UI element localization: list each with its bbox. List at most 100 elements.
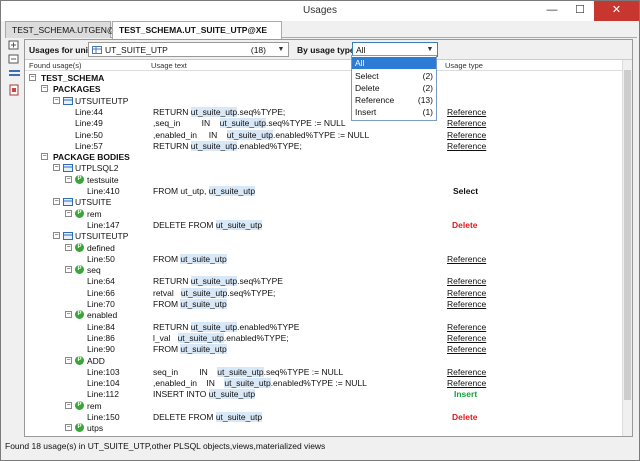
usage-type-reference[interactable]: Reference xyxy=(447,130,486,140)
expand-toggle-icon[interactable]: − xyxy=(65,266,72,274)
expand-toggle-icon[interactable]: − xyxy=(65,243,72,251)
option-reference[interactable]: Reference (13) xyxy=(352,94,436,106)
tree-node-package-bodies[interactable]: − PACKAGE BODIES xyxy=(25,151,621,162)
line-number: Line:150 xyxy=(87,412,120,422)
expand-toggle-icon[interactable]: − xyxy=(65,311,72,319)
option-insert[interactable]: Insert (1) xyxy=(352,106,436,118)
usage-row[interactable]: Line:57 RETURN ut_suite_utp.enabled%TYPE;… xyxy=(25,140,621,151)
tab-utgen[interactable]: TEST_SCHEMA.UTGEN@XE xyxy=(5,21,127,38)
package-body-name: UTPLSQL2 xyxy=(75,163,119,174)
export-icon[interactable] xyxy=(7,83,22,96)
usage-row[interactable]: Line:150 DELETE FROM ut_suite_utp Delete xyxy=(25,411,621,422)
expand-all-icon[interactable] xyxy=(7,39,22,52)
tree-node-package-body[interactable]: − UTSUITE xyxy=(25,196,621,207)
tree-node-schema[interactable]: − TEST_SCHEMA xyxy=(25,72,621,83)
usage-text-suffix: .enabled%TYPE := NULL xyxy=(270,378,367,389)
expand-toggle-icon[interactable]: − xyxy=(29,74,36,81)
usage-type-reference[interactable]: Reference xyxy=(447,322,486,332)
tree-node-package[interactable]: − UTSUITEUTP xyxy=(25,95,621,106)
filter-bar: Usages for unit : UT_SUITE_UTP (18) ▼ By… xyxy=(25,40,632,60)
expand-toggle-icon[interactable]: − xyxy=(53,198,60,206)
usage-row[interactable]: Line:84 RETURN ut_suite_utp.enabled%TYPE R… xyxy=(25,321,621,332)
usage-type-delete: Delete xyxy=(452,412,478,422)
usage-row[interactable]: Line:410 FROM ut_utp, ut_suite_utp Select xyxy=(25,185,621,196)
tab-ut-suite-utp[interactable]: TEST_SCHEMA.UT_SUITE_UTP@XE xyxy=(112,21,282,39)
usage-text-prefix: FROM xyxy=(153,344,181,355)
expand-toggle-icon[interactable]: − xyxy=(65,424,72,432)
minimize-button[interactable]: — xyxy=(538,1,566,21)
tree-node-procedure[interactable]: − Prem xyxy=(25,208,621,219)
close-button[interactable]: ✕ xyxy=(594,1,639,21)
vertical-scrollbar[interactable] xyxy=(622,60,632,436)
tree-node-procedure[interactable]: − Ptestsuite xyxy=(25,174,621,185)
usage-row[interactable]: Line:86 l_val ut_suite_utp.enabled%TYPE; R… xyxy=(25,332,621,343)
tree-node-procedure[interactable]: − Pdefined xyxy=(25,242,621,253)
chevron-down-icon[interactable]: ▼ xyxy=(274,43,288,56)
usage-row[interactable]: Line:50 FROM ut_suite_utp Reference xyxy=(25,253,621,264)
collapse-all-icon[interactable] xyxy=(7,53,22,66)
usage-highlight: ut_suite_utp xyxy=(217,366,264,377)
col-found[interactable]: Found usage(s) xyxy=(29,61,82,70)
usage-type-reference[interactable]: Reference xyxy=(447,299,486,309)
tree-node-procedure[interactable]: − P ADD xyxy=(25,355,621,366)
usage-row[interactable]: Line:104 ,enabled_in IN ut_suite_utp.enab… xyxy=(25,377,621,389)
line-number: Line:49 xyxy=(75,118,103,129)
tree-node-procedure[interactable]: − Pseq xyxy=(25,264,621,275)
usage-type-reference[interactable]: Reference xyxy=(447,254,486,264)
usage-type-reference[interactable]: Reference xyxy=(447,118,486,128)
usage-text: RETURN ut_suite_utp.enabled%TYPE xyxy=(153,321,299,332)
usages-window: Usages — ☐ ✕ TEST_SCHEMA.UTGEN@XE TEST_S… xyxy=(0,0,640,461)
expand-toggle-icon[interactable]: − xyxy=(65,175,72,183)
usage-type-reference[interactable]: Reference xyxy=(447,344,486,354)
usage-row[interactable]: Line:66 retval ut_suite_utp.seq%TYPE; Refe… xyxy=(25,287,621,298)
tree-node-package-body[interactable]: − UTPLSQL2 xyxy=(25,162,621,173)
usage-type-reference[interactable]: Reference xyxy=(447,107,486,117)
usage-row[interactable]: Line:50 ,enabled_in IN ut_suite_utp.enabl… xyxy=(25,129,621,140)
list-view-icon[interactable] xyxy=(7,67,22,80)
usage-row[interactable]: Line:49 ,seq_in IN ut_suite_utp.seq%TYPE … xyxy=(25,117,621,129)
usage-row[interactable]: Line:103 seq_in IN ut_suite_utp.seq%TYPE … xyxy=(25,366,621,377)
usage-row[interactable]: Line:90 FROM ut_suite_utp Reference xyxy=(25,343,621,355)
expand-toggle-icon[interactable]: − xyxy=(65,209,72,217)
usage-row[interactable]: Line:64 RETURN ut_suite_utp.seq%TYPE Refer… xyxy=(25,275,621,287)
usage-text: FROM ut_suite_utp xyxy=(153,299,227,309)
usage-text: INSERT INTO ut_suite_utp xyxy=(153,389,256,400)
tree-node-procedure[interactable]: − Putps xyxy=(25,422,621,433)
usage-row[interactable]: Line:70 FROM ut_suite_utp Reference xyxy=(25,298,621,309)
procedure-name: defined xyxy=(87,242,115,253)
usage-row[interactable]: Line:147 DELETE FROM ut_suite_utp Delete xyxy=(25,219,621,230)
option-all[interactable]: All xyxy=(352,57,436,69)
usage-type-reference[interactable]: Reference xyxy=(447,333,486,343)
expand-toggle-icon[interactable]: − xyxy=(53,96,60,104)
tree-node-procedure[interactable]: − Prem xyxy=(25,400,621,411)
col-usage-text[interactable]: Usage text xyxy=(151,61,187,70)
maximize-button[interactable]: ☐ xyxy=(566,1,594,21)
usage-row[interactable]: Line:44 RETURN ut_suite_utp.seq%TYPE; Refe… xyxy=(25,106,621,117)
unit-select[interactable]: UT_SUITE_UTP (18) ▼ xyxy=(88,42,289,57)
usage-type-reference[interactable]: Reference xyxy=(447,367,486,377)
usage-text: RETURN ut_suite_utp.enabled%TYPE; xyxy=(153,140,302,151)
expand-toggle-icon[interactable]: − xyxy=(41,85,48,93)
col-usage-type[interactable]: Usage type xyxy=(445,61,483,70)
usage-type-reference[interactable]: Reference xyxy=(447,288,486,298)
title-bar: Usages — ☐ ✕ xyxy=(1,1,639,21)
usage-text-suffix: .seq%TYPE; xyxy=(237,106,286,117)
expand-toggle-icon[interactable]: − xyxy=(65,356,72,364)
usage-type-reference[interactable]: Reference xyxy=(447,378,486,388)
option-select[interactable]: Select (2) xyxy=(352,70,436,82)
tree-node-package-body[interactable]: − UTSUITEUTP xyxy=(25,230,621,241)
usage-highlight: ut_suite_utp xyxy=(215,412,263,422)
tree-node-packages[interactable]: − PACKAGES xyxy=(25,83,621,94)
usage-row[interactable]: Line:112 INSERT INTO ut_suite_utp Insert xyxy=(25,388,621,400)
tree-node-procedure[interactable]: − Penabled xyxy=(25,309,621,320)
line-number: Line:50 xyxy=(75,129,103,140)
package-icon xyxy=(63,164,73,173)
option-delete[interactable]: Delete (2) xyxy=(352,82,436,94)
usage-type-reference[interactable]: Reference xyxy=(447,276,486,286)
expand-toggle-icon[interactable]: − xyxy=(53,232,60,240)
expand-toggle-icon[interactable]: − xyxy=(65,401,72,409)
expand-toggle-icon[interactable]: − xyxy=(53,164,60,172)
expand-toggle-icon[interactable]: − xyxy=(41,153,48,161)
usage-type-reference[interactable]: Reference xyxy=(447,141,486,151)
scrollbar-thumb[interactable] xyxy=(624,70,631,400)
